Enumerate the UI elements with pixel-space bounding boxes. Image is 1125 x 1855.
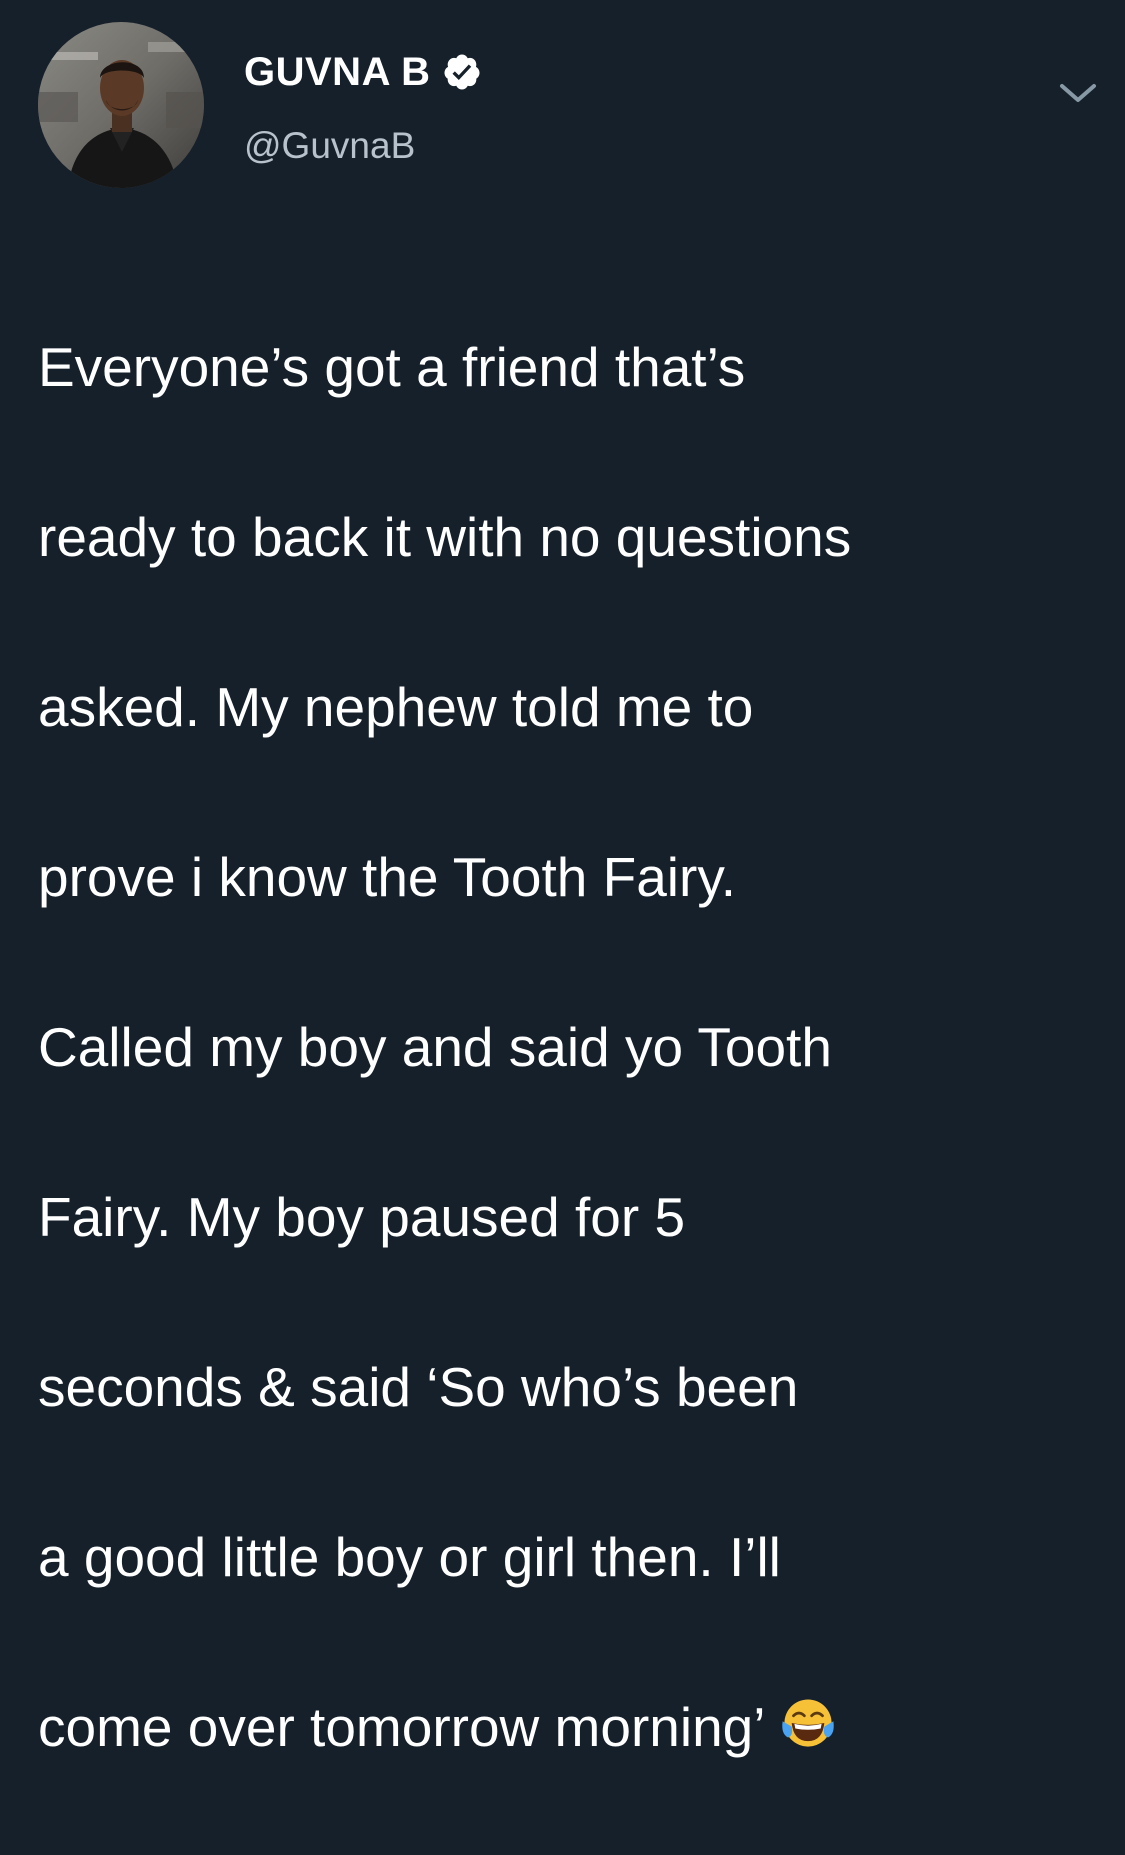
tweet-text-line: come over tomorrow morning’: [38, 1696, 766, 1758]
tweet-text-line: Fairy. My boy paused for 5: [38, 1186, 686, 1248]
tweet-text-line: a good little boy or girl then. I’ll: [38, 1526, 781, 1588]
tweet-text-line: ready to back it with no questions: [38, 506, 852, 568]
user-handle[interactable]: @GuvnaB: [244, 124, 415, 168]
tweet-text-line: Everyone’s got a friend that’s: [38, 336, 746, 398]
tweet-text: Everyone’s got a friend that’s ready to …: [38, 240, 1098, 1855]
tweet-text-line: asked. My nephew told me to: [38, 676, 754, 738]
tweet-text-line: prove i know the Tooth Fairy.: [38, 846, 737, 908]
verified-badge-icon: [444, 54, 480, 90]
avatar[interactable]: [38, 22, 204, 188]
display-name[interactable]: GUVNA B: [244, 48, 482, 96]
tweet-text-line: Called my boy and said yo Tooth: [38, 1016, 832, 1078]
chevron-down-icon[interactable]: [1056, 80, 1100, 108]
tweet-text-last-line: come over tomorrow morning’: [38, 1685, 1098, 1770]
tweet-text-line: seconds & said ‘So who’s been: [38, 1356, 799, 1418]
tweet-card: GUVNA B @GuvnaB Everyone’s got a friend …: [0, 0, 1125, 1758]
face-with-tears-of-joy-icon: [782, 1699, 835, 1747]
display-name-text: GUVNA B: [244, 50, 431, 94]
profile-photo-icon: [38, 22, 204, 188]
